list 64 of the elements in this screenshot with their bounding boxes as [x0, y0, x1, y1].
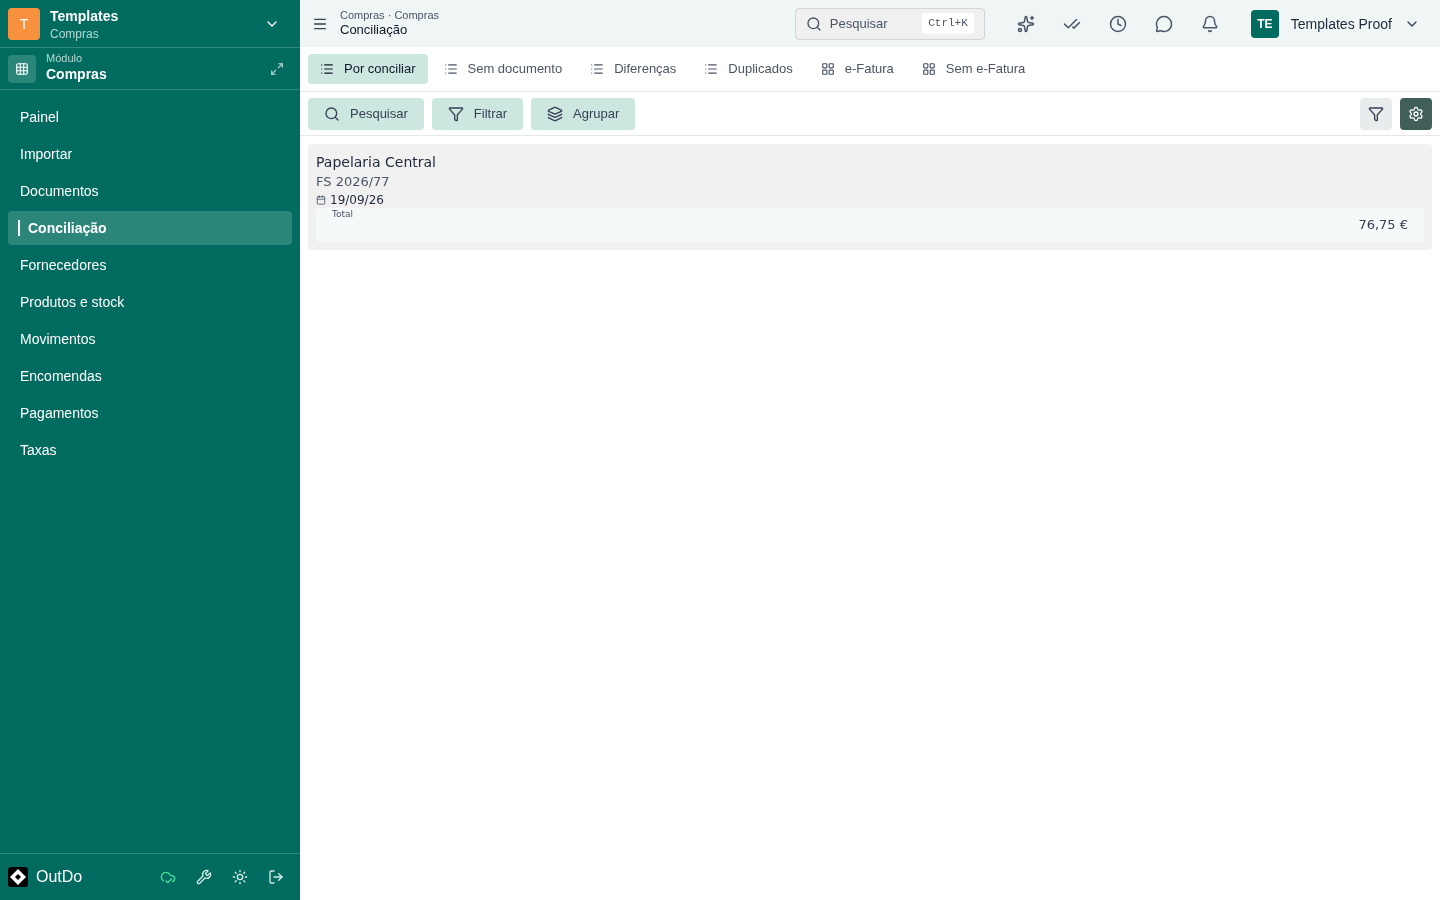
settings-icon	[1408, 105, 1424, 122]
grid-icon	[820, 62, 835, 76]
tab[interactable]: e-Fatura	[808, 54, 906, 84]
toolbar-button[interactable]: Filtrar	[431, 97, 524, 130]
list-icon	[320, 62, 334, 76]
total-label: Total	[332, 207, 354, 221]
tools-icon[interactable]	[196, 869, 212, 885]
sidebar-item[interactable]: Produtos e stock	[8, 285, 292, 319]
shortcut-hint: Ctrl+K	[922, 13, 974, 34]
module-icon[interactable]	[8, 54, 36, 83]
brand-name: OutDo	[36, 867, 84, 887]
sidebar-item[interactable]: Conciliação	[8, 211, 292, 245]
list-icon	[704, 62, 719, 76]
tab[interactable]: Duplicados	[692, 54, 805, 84]
module-name: Compras	[46, 65, 108, 84]
list-icon	[443, 62, 458, 76]
sidebar-item[interactable]: Painel	[8, 100, 292, 134]
layers-icon	[547, 105, 564, 122]
org-name: Templates	[50, 6, 120, 26]
user-name[interactable]: Templates Proof	[1290, 13, 1392, 34]
calendar-icon	[316, 194, 326, 205]
search-icon	[324, 105, 340, 122]
expand-icon[interactable]	[270, 61, 284, 76]
breadcrumb: Compras · Compras	[340, 8, 441, 23]
total-amount: 76,75 €	[1358, 215, 1408, 234]
sidebar-item[interactable]: Pagamentos	[8, 396, 292, 430]
sidebar-item[interactable]: Taxas	[8, 433, 292, 467]
org-avatar: T	[8, 7, 40, 40]
tab[interactable]: Por conciliar	[308, 54, 428, 84]
bell-icon[interactable]	[1200, 14, 1219, 33]
document-date: 19/09/26	[330, 191, 384, 208]
org-subtitle: Compras	[50, 25, 100, 42]
page-title: Conciliação	[340, 22, 409, 39]
filter-icon	[447, 105, 464, 122]
tab[interactable]: Diferenças	[578, 54, 689, 84]
sidebar-item[interactable]: Importar	[8, 137, 292, 171]
sidebar-item[interactable]: Encomendas	[8, 359, 292, 393]
record-card[interactable]: Papelaria Central FS 2026/77 19/09/26 Total 76,75 €	[308, 144, 1432, 250]
sidebar-item[interactable]: Documentos	[8, 174, 292, 208]
cloud-check-icon[interactable]	[160, 869, 176, 885]
search-icon	[805, 15, 822, 32]
filter-icon-button[interactable]	[1360, 97, 1392, 130]
logo-icon	[8, 867, 28, 887]
grid-icon	[15, 61, 29, 76]
sidebar-item[interactable]: Fornecedores	[8, 248, 292, 282]
supplier-name: Papelaria Central	[316, 153, 437, 172]
list-icon	[590, 62, 605, 76]
sparkles-icon[interactable]	[1016, 14, 1035, 33]
sidebar-item[interactable]: Movimentos	[8, 322, 292, 356]
user-avatar[interactable]: TE	[1250, 9, 1279, 38]
tab[interactable]: Sem e-Fatura	[909, 54, 1038, 84]
toolbar-button[interactable]: Agrupar	[531, 97, 636, 130]
settings-button[interactable]	[1400, 97, 1432, 130]
document-number: FS 2026/77	[316, 173, 391, 191]
sun-icon[interactable]	[232, 869, 248, 885]
grid-icon	[921, 62, 936, 76]
logout-icon[interactable]	[268, 869, 284, 885]
chat-icon[interactable]	[1154, 14, 1173, 33]
search-field[interactable]: Pesquisar Ctrl+K	[794, 7, 985, 40]
clock-icon[interactable]	[1108, 14, 1127, 33]
filter-icon	[1368, 105, 1384, 122]
tab[interactable]: Sem documento	[431, 54, 575, 84]
module-label: Módulo	[46, 53, 84, 64]
toolbar-button[interactable]: Pesquisar	[308, 97, 424, 130]
